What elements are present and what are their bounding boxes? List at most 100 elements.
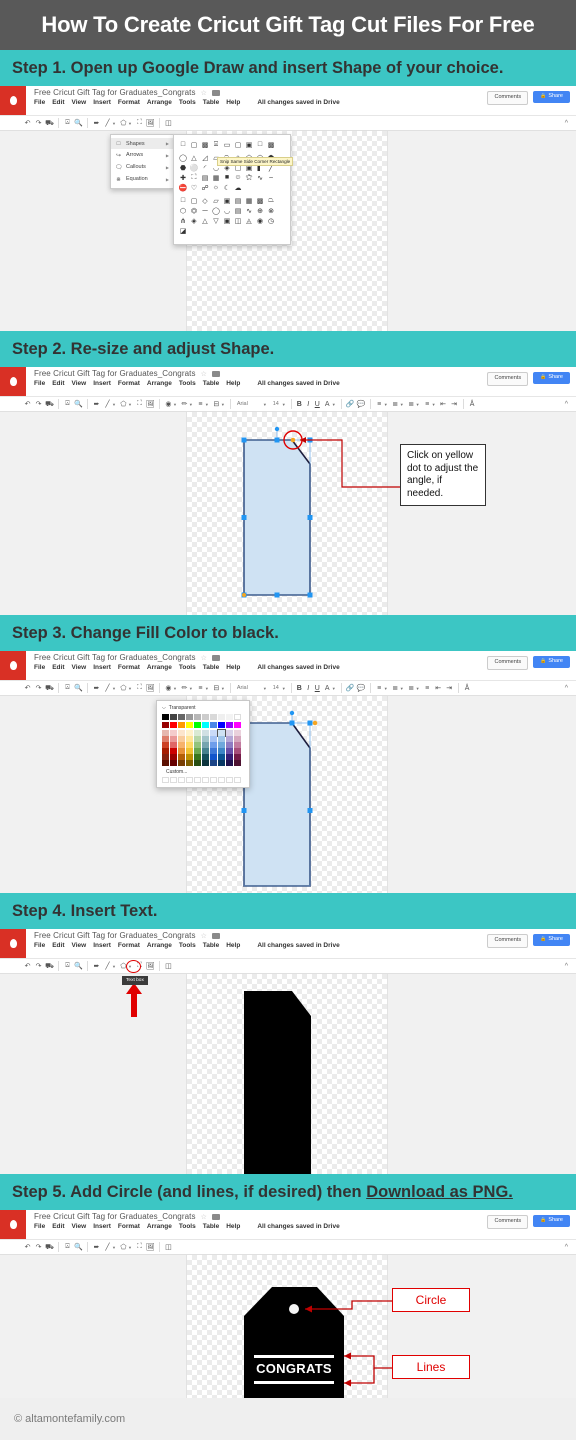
handle-mid-left[interactable] — [241, 808, 247, 813]
bold-button[interactable]: B — [295, 685, 304, 692]
shape-donut-icon[interactable]: ⚝ — [244, 173, 254, 182]
comments-button[interactable]: Comments — [487, 656, 529, 670]
redo-icon[interactable]: ↷ — [33, 1241, 44, 1254]
collapse-toolbar-icon[interactable]: ^ — [565, 685, 568, 692]
clear-formatting-icon[interactable]: Å — [467, 398, 478, 411]
swatch-cornflower[interactable] — [210, 722, 217, 728]
fc-process-icon[interactable]: □ — [178, 196, 188, 205]
shape-heart-icon[interactable]: ♡ — [189, 183, 199, 192]
swatch-nearwhite2[interactable] — [218, 714, 225, 720]
color-row-grayscale[interactable] — [162, 714, 244, 720]
menu-file[interactable]: File — [34, 942, 45, 949]
star-icon[interactable]: ☆ — [201, 89, 207, 97]
menu-arrange[interactable]: Arrange — [147, 664, 172, 671]
menu-help[interactable]: Help — [226, 942, 240, 949]
shape-cube-icon[interactable]: ▤ — [200, 173, 210, 182]
fc-manual-op-icon[interactable]: ⏤ — [200, 206, 210, 215]
shape-bracket-icon[interactable]: ⌢ — [266, 173, 276, 182]
font-size-select[interactable]: 14 — [269, 401, 283, 407]
fc-terminator-icon[interactable]: ⏢ — [266, 196, 276, 205]
collapse-toolbar-icon[interactable]: ^ — [565, 120, 568, 127]
swatch-t6-5[interactable] — [194, 760, 201, 766]
undo-icon[interactable]: ↶ — [22, 960, 33, 973]
crop-icon[interactable]: ⍓ — [62, 682, 73, 695]
fc-or-icon[interactable]: ⊕ — [255, 206, 265, 215]
select-icon[interactable]: ➨ — [91, 398, 102, 411]
fc-punched-tape-icon[interactable]: ∿ — [244, 206, 254, 215]
menu-file[interactable]: File — [34, 99, 45, 106]
swatch-darkgray4[interactable] — [170, 714, 177, 720]
menu-tools[interactable]: Tools — [179, 380, 196, 387]
tag-line-top[interactable] — [254, 1355, 334, 1358]
fc-alt-process-icon[interactable]: ▢ — [189, 196, 199, 205]
swatch-blue[interactable] — [218, 722, 225, 728]
crop-icon[interactable]: ⍓ — [62, 1241, 73, 1254]
menu-item-equation[interactable]: ⋇ Equation ▶ — [111, 173, 173, 185]
document-title[interactable]: Free Cricut Gift Tag for Graduates_Congr… — [34, 88, 196, 97]
redo-icon[interactable]: ↷ — [33, 398, 44, 411]
swatch-t6-1[interactable] — [162, 760, 169, 766]
custom-color-slots[interactable] — [162, 777, 244, 783]
bold-button[interactable]: B — [295, 401, 304, 408]
paint-format-icon[interactable]: ⛟ — [44, 682, 55, 695]
shape-bevel-icon[interactable]: ▦ — [211, 173, 221, 182]
zoom-icon[interactable]: 🔍 — [73, 960, 84, 973]
select-icon[interactable]: ➨ — [91, 960, 102, 973]
tag-text[interactable]: CONGRATS — [256, 1361, 332, 1376]
menu-help[interactable]: Help — [226, 1223, 240, 1230]
shape-lightning-icon[interactable]: ☍ — [200, 183, 210, 192]
share-button[interactable]: 🔒 Share — [533, 91, 570, 103]
fc-predefined-icon[interactable]: ▣ — [222, 196, 232, 205]
comments-button[interactable]: Comments — [487, 372, 529, 386]
text-box-icon[interactable]: ⛶ — [134, 117, 145, 130]
shape-snip-diagonal-icon[interactable]: ▭ — [222, 140, 232, 149]
document-title[interactable]: Free Cricut Gift Tag for Graduates_Congr… — [34, 653, 196, 662]
color-row-tint6[interactable] — [162, 760, 244, 766]
collapse-toolbar-icon[interactable]: ^ — [565, 401, 568, 408]
menu-arrange[interactable]: Arrange — [147, 99, 172, 106]
comment-icon[interactable]: 💬 — [356, 398, 367, 411]
underline-button[interactable]: U — [313, 685, 322, 692]
menu-table[interactable]: Table — [203, 1223, 220, 1230]
swatch-darkgray3[interactable] — [178, 714, 185, 720]
shape-sun-icon[interactable]: ☼ — [211, 183, 221, 192]
menu-edit[interactable]: Edit — [52, 1223, 64, 1230]
rotation-handle[interactable] — [289, 710, 295, 716]
image-icon[interactable]: 🖼 — [145, 398, 156, 411]
menu-insert[interactable]: Insert — [93, 380, 111, 387]
shape-round-same-side-icon[interactable]: ▣ — [244, 140, 254, 149]
menu-table[interactable]: Table — [203, 99, 220, 106]
fc-sort-icon[interactable]: ◈ — [189, 216, 199, 225]
swatch-darkred[interactable] — [162, 722, 169, 728]
menu-table[interactable]: Table — [203, 664, 220, 671]
menu-edit[interactable]: Edit — [52, 99, 64, 106]
shape-decagon-icon[interactable]: ⚪ — [189, 163, 199, 172]
menu-edit[interactable]: Edit — [52, 664, 64, 671]
rotation-handle[interactable] — [274, 426, 280, 432]
handle-mid-left[interactable] — [241, 515, 247, 520]
fc-decision-icon[interactable]: ◇ — [200, 196, 210, 205]
menu-tools[interactable]: Tools — [179, 942, 196, 949]
fc-seq-storage-icon[interactable]: ◬ — [244, 216, 254, 225]
swatch-t6-2[interactable] — [170, 760, 177, 766]
zoom-icon[interactable]: 🔍 — [73, 1241, 84, 1254]
underline-button[interactable]: U — [313, 401, 322, 408]
text-box-icon[interactable]: ⛶ — [134, 398, 145, 411]
handle-top-center[interactable] — [289, 720, 295, 726]
zoom-icon[interactable]: 🔍 — [73, 117, 84, 130]
handle-mid-right[interactable] — [307, 515, 313, 520]
layout-icon[interactable]: ◫ — [163, 117, 174, 130]
menu-help[interactable]: Help — [226, 380, 240, 387]
link-icon[interactable]: 🔗 — [345, 682, 356, 695]
clear-formatting-icon[interactable]: Å — [462, 682, 473, 695]
fc-multidoc-icon[interactable]: ▩ — [255, 196, 265, 205]
color-row-bright[interactable] — [162, 722, 244, 728]
shapes-palette[interactable]: □ ▢ ▩ ⍓ ▭ ▢ ▣ □ ▩ ◯ △ ◿ ▱ ⬣ ⚪ ◜ ◡ ◈ ▢ ▣ … — [173, 134, 294, 245]
menu-file[interactable]: File — [34, 380, 45, 387]
menu-file[interactable]: File — [34, 1223, 45, 1230]
yellow-adjust-handle[interactable] — [290, 437, 296, 443]
text-box-icon[interactable]: ⛶ — [134, 682, 145, 695]
tag-shape-black-4[interactable] — [0, 974, 576, 1174]
swatch-red[interactable] — [170, 722, 177, 728]
gift-tag-shape[interactable] — [243, 439, 311, 596]
